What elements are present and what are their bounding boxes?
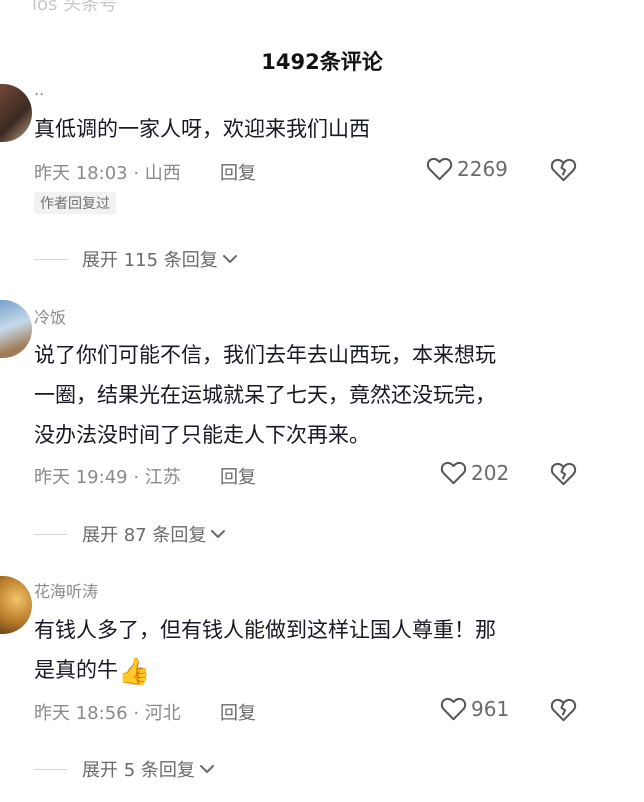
heart-outline-icon bbox=[426, 156, 453, 181]
reply-button[interactable]: 回复 bbox=[220, 159, 256, 185]
dislike-button[interactable] bbox=[550, 157, 577, 182]
heart-outline-icon bbox=[440, 460, 467, 485]
chevron-down-icon bbox=[195, 759, 216, 780]
comment-username[interactable]: 冷饭 bbox=[34, 304, 66, 328]
expand-replies-label: 展开 5 条回复 bbox=[82, 760, 195, 781]
comment-username[interactable]: .. bbox=[34, 80, 44, 99]
avatar[interactable] bbox=[0, 576, 32, 634]
like-button[interactable]: 2269 bbox=[426, 156, 508, 181]
expand-replies-label: 展开 115 条回复 bbox=[82, 250, 218, 271]
heart-outline-icon bbox=[440, 696, 467, 721]
comment-text-line: 是真的牛👍 bbox=[34, 652, 150, 690]
thumbs-up-emoji: 👍 bbox=[118, 657, 151, 687]
reply-button[interactable]: 回复 bbox=[220, 699, 256, 725]
avatar[interactable] bbox=[0, 300, 32, 358]
comment-text-line: 一圈，结果光在运城就呆了七天，竟然还没玩完， bbox=[34, 383, 496, 407]
chevron-down-icon bbox=[218, 249, 239, 270]
expand-replies-button[interactable]: 展开 87 条回复 bbox=[34, 521, 227, 547]
chevron-down-icon bbox=[206, 524, 227, 545]
like-count: 961 bbox=[471, 696, 510, 721]
expand-replies-label: 展开 87 条回复 bbox=[82, 525, 207, 546]
dislike-button[interactable] bbox=[550, 461, 577, 486]
divider bbox=[34, 258, 68, 260]
avatar[interactable] bbox=[0, 84, 32, 142]
like-button[interactable]: 961 bbox=[440, 696, 509, 721]
broken-heart-icon bbox=[550, 461, 577, 486]
broken-heart-icon bbox=[550, 157, 577, 182]
comment-username[interactable]: 花海听涛 bbox=[34, 578, 98, 602]
comment-text-line: 真低调的一家人呀，欢迎来我们山西 bbox=[34, 117, 370, 141]
dislike-button[interactable] bbox=[550, 697, 577, 722]
comment-text-line: 说了你们可能不信，我们去年去山西玩，本来想玩 bbox=[34, 343, 496, 367]
like-count: 202 bbox=[471, 460, 510, 485]
reply-button[interactable]: 回复 bbox=[220, 463, 256, 489]
like-button[interactable]: 202 bbox=[440, 460, 509, 485]
divider bbox=[34, 533, 68, 535]
top-cropped-text: ios 头条号 bbox=[32, 0, 118, 15]
broken-heart-icon bbox=[550, 697, 577, 722]
comment-text-line: 没办法没时间了只能走人下次再来。 bbox=[34, 423, 370, 447]
author-replied-badge: 作者回复过 bbox=[34, 192, 116, 214]
like-count: 2269 bbox=[457, 156, 508, 181]
comment-text-fragment: 是真的牛 bbox=[34, 658, 118, 682]
expand-replies-button[interactable]: 展开 115 条回复 bbox=[34, 246, 239, 272]
comment-text-line: 有钱人多了，但有钱人能做到这样让国人尊重！那 bbox=[34, 618, 496, 642]
comment-time-location: 昨天 18:56 · 河北 bbox=[34, 703, 181, 724]
divider bbox=[34, 768, 68, 770]
comment-count-title: 1492条评论 bbox=[261, 50, 383, 74]
expand-replies-button[interactable]: 展开 5 条回复 bbox=[34, 756, 216, 782]
comment-time-location: 昨天 19:49 · 江苏 bbox=[34, 467, 181, 488]
comment-time-location: 昨天 18:03 · 山西 bbox=[34, 163, 181, 184]
